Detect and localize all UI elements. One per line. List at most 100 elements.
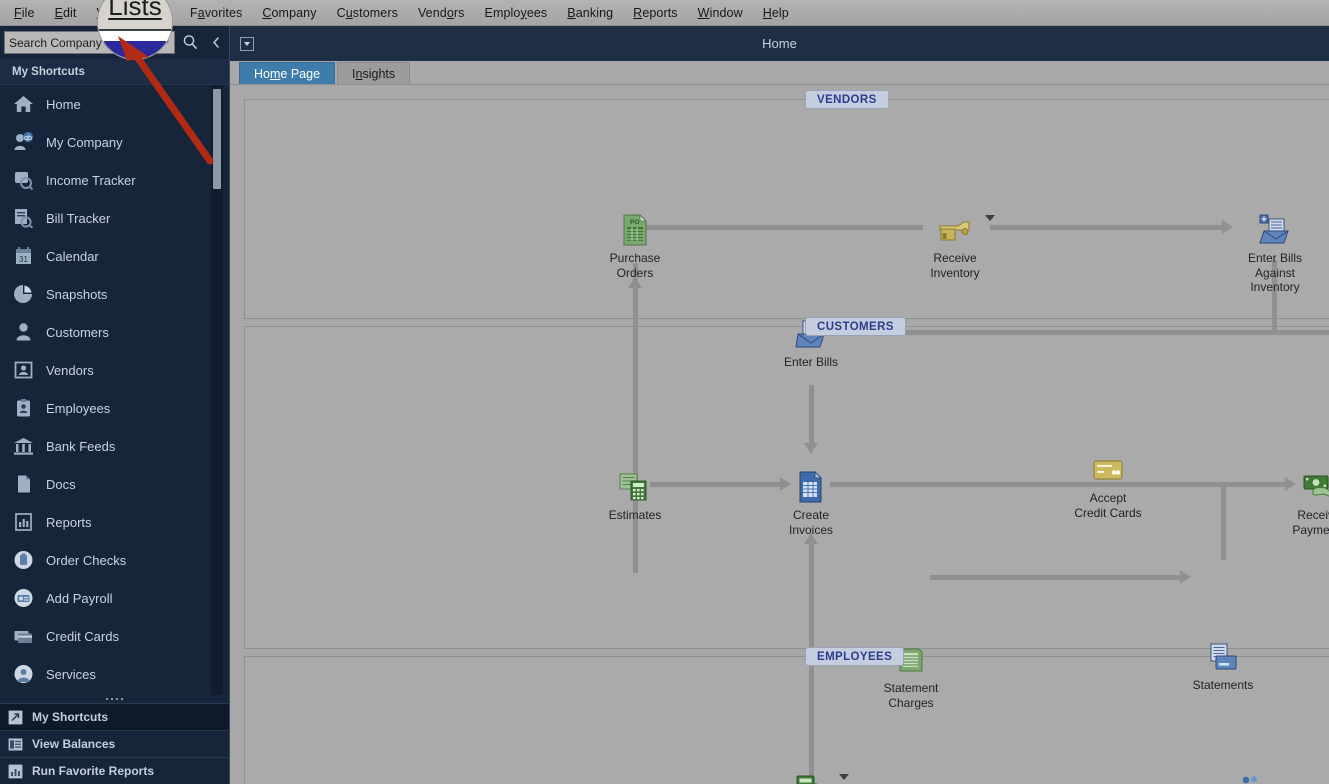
sidebar-item-employees[interactable]: Employees xyxy=(0,389,229,427)
tab-insights[interactable]: In sights xyxy=(337,62,411,84)
sidebar-item-label: My Company xyxy=(46,134,123,150)
sidebar-item-bank-feeds[interactable]: Bank Feeds xyxy=(0,427,229,465)
node-statements[interactable]: Statements xyxy=(1163,640,1283,693)
sidebar-item-label: Reports xyxy=(46,514,92,530)
sidebar-item-label: Add Payroll xyxy=(46,590,113,606)
menu-item-customers[interactable]: Customers xyxy=(337,6,398,20)
node-label: Create Invoices xyxy=(788,508,834,537)
sales-receipt-icon xyxy=(1320,428,1329,462)
section-label-customers: CUSTOMERS xyxy=(805,317,906,336)
connector-receive-to-enterbills-ai xyxy=(990,225,1222,230)
calendar-icon: 31 xyxy=(12,245,34,267)
sidebar-item-label: Customers xyxy=(46,324,109,340)
node-receive-payments[interactable]: Receive Payments xyxy=(1259,470,1329,537)
sidebar-item-label: Employees xyxy=(46,400,111,416)
sidebar-item-vendors[interactable]: Vendors xyxy=(0,351,229,389)
menu-item-employees[interactable]: Employees xyxy=(485,6,548,20)
receive-inventory-icon xyxy=(895,213,1015,247)
node-receive-inventory[interactable]: Receive Inventory xyxy=(895,213,1015,280)
node-label: Statements xyxy=(1192,678,1254,692)
person-icon xyxy=(12,321,34,343)
tab-home-page[interactable]: Ho m e Page xyxy=(239,62,336,84)
sidebar-item-credit-cards[interactable]: Credit Cards xyxy=(0,617,229,655)
company-badge-icon: qb xyxy=(12,131,34,153)
menu-item-file[interactable]: File xyxy=(14,6,35,20)
vendor-icon xyxy=(12,359,34,381)
sidebar-item-run-favorite-reports[interactable]: Run Favorite Reports xyxy=(0,757,229,784)
receive-payments-icon xyxy=(1259,470,1329,504)
node-create-invoices[interactable]: Create Invoices xyxy=(751,470,871,537)
sidebar-item-bill-tracker[interactable]: Bill Tracker xyxy=(0,199,229,237)
menu-item-reports[interactable]: Reports xyxy=(633,6,677,20)
grip-dots-icon xyxy=(106,698,123,700)
svg-text:31: 31 xyxy=(19,255,28,264)
sidebar-item-label: Income Tracker xyxy=(46,172,136,188)
enter-bills-against-inventory-icon xyxy=(1215,213,1329,247)
sidebar-nav-list: Home qb My Company Income Tracker Bill T… xyxy=(0,85,229,695)
sidebar-item-label: Bank Feeds xyxy=(46,438,116,454)
sidebar-item-services[interactable]: Services xyxy=(0,655,229,693)
menu-item-banking[interactable]: Banking xyxy=(567,6,613,20)
node-estimates[interactable]: Estimates xyxy=(575,470,695,523)
bar-chart-icon xyxy=(12,511,34,533)
menu-item-edit[interactable]: Edit xyxy=(55,6,77,20)
sidebar-item-label: Vendors xyxy=(46,362,94,378)
arrowhead-to-statements xyxy=(1180,570,1191,584)
credit-cards-icon xyxy=(12,625,34,647)
node-accept-credit-cards[interactable]: Accept Credit Cards xyxy=(1048,453,1168,520)
employee-badge-icon xyxy=(12,397,34,419)
sidebar-item-docs[interactable]: Docs xyxy=(0,465,229,503)
estimates-icon xyxy=(575,470,695,504)
chevron-down-icon[interactable] xyxy=(985,215,995,221)
menu-item-window[interactable]: Window xyxy=(698,6,743,20)
arrowhead-into-create-invoices xyxy=(804,443,818,454)
menu-bar: File Edit View Lists Favorites Company C… xyxy=(0,0,1329,26)
main-panel: Home Ho m e Page In sights VENDORS PO Pu… xyxy=(230,26,1329,784)
sidebar-item-order-checks[interactable]: Order Checks xyxy=(0,541,229,579)
sidebar-item-label: Services xyxy=(46,666,96,682)
add-payroll-icon xyxy=(12,587,34,609)
bank-icon xyxy=(12,435,34,457)
menu-item-company[interactable]: Company xyxy=(262,6,316,20)
connector-invoices-down-from-top xyxy=(809,385,814,443)
sidebar-item-snapshots[interactable]: Snapshots xyxy=(0,275,229,313)
credit-card-icon xyxy=(1048,453,1168,487)
tab-strip: Ho m e Page In sights xyxy=(230,61,1329,85)
node-label: Receive Payments xyxy=(1292,508,1329,537)
sidebar-item-reports[interactable]: Reports xyxy=(0,503,229,541)
annotation-arrow xyxy=(118,36,214,165)
sidebar-bottom-label: Run Favorite Reports xyxy=(32,764,155,778)
magnified-text: Lists xyxy=(108,0,162,21)
node-label: Enter Bills xyxy=(783,355,839,369)
sidebar-item-view-balances[interactable]: View Balances xyxy=(0,730,229,757)
sidebar-bottom-sections: My Shortcuts View Balances Run Favorite … xyxy=(0,703,229,784)
bill-tracker-icon xyxy=(12,207,34,229)
sidebar-item-customers[interactable]: Customers xyxy=(0,313,229,351)
node-label: Purchase Orders xyxy=(609,251,661,280)
sidebar-item-calendar[interactable]: 31 Calendar xyxy=(0,237,229,275)
services-icon xyxy=(12,663,34,685)
node-label: Enter Bills Against Inventory xyxy=(1247,251,1303,294)
sidebar-item-add-payroll[interactable]: Add Payroll xyxy=(0,579,229,617)
income-tracker-icon xyxy=(12,169,34,191)
statements-icon xyxy=(1163,640,1283,674)
node-enter-bills-against-inventory[interactable]: Enter Bills Against Inventory xyxy=(1215,213,1329,295)
chevron-down-icon[interactable] xyxy=(839,774,849,780)
shortcuts-icon xyxy=(8,710,23,724)
svg-text:qb: qb xyxy=(24,135,32,142)
node-turn-on-payroll[interactable]: Turn On Payroll xyxy=(1193,773,1313,784)
node-purchase-orders[interactable]: PO Purchase Orders xyxy=(575,213,695,280)
sidebar-item-my-shortcuts[interactable]: My Shortcuts xyxy=(0,703,229,730)
sidebar-splitter[interactable] xyxy=(0,695,229,703)
node-label: Estimates xyxy=(608,508,662,522)
enter-time-icon xyxy=(751,773,871,784)
connector-statements-vertical xyxy=(1221,482,1226,560)
home-workflow-canvas: VENDORS PO Purchase Orders Receive Inven… xyxy=(230,85,1329,784)
node-enter-time[interactable]: Enter Time xyxy=(751,773,871,784)
menu-item-favorites[interactable]: Favorites xyxy=(190,6,242,20)
sidebar-bottom-label: My Shortcuts xyxy=(32,710,109,724)
node-label: Accept Credit Cards xyxy=(1074,491,1142,520)
turn-on-payroll-icon xyxy=(1193,773,1313,784)
menu-item-help[interactable]: Help xyxy=(763,6,789,20)
menu-item-vendors[interactable]: Vendors xyxy=(418,6,465,20)
